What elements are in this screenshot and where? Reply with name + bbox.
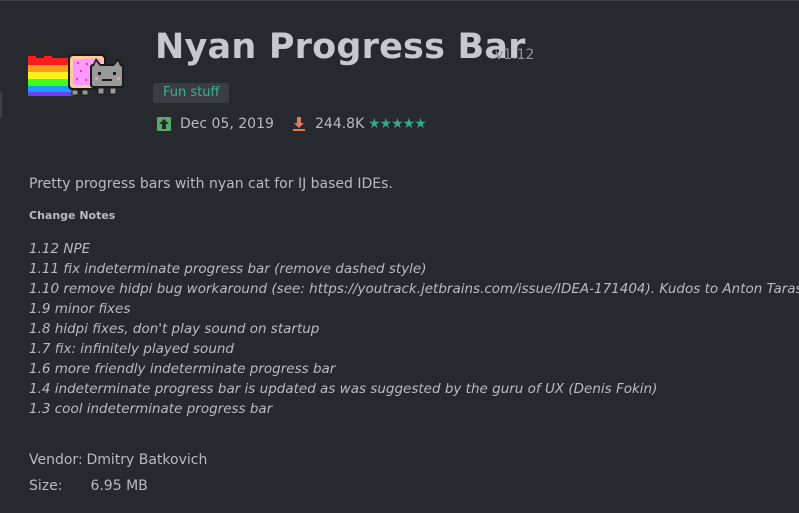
vendor-row: Vendor: Dmitry Batkovich xyxy=(29,452,207,468)
change-notes-list: 1.12 NPE 1.11 fix indeterminate progress… xyxy=(29,239,799,419)
plugin-version: v1.12 xyxy=(495,47,535,63)
plugin-details-panel: Nyan Progress Bar v1.12 Fun stuff Dec 05… xyxy=(0,0,799,513)
change-note-item: 1.10 remove hidpi bug workaround (see: h… xyxy=(29,281,799,297)
size-row: Size: 6.95 MB xyxy=(29,478,148,494)
update-date: Dec 05, 2019 xyxy=(156,114,274,134)
download-count: 244.8K xyxy=(291,114,364,134)
change-note-item: 1.3 cool indeterminate progress bar xyxy=(29,401,273,417)
left-splitter[interactable] xyxy=(0,92,2,118)
plugin-description: Pretty progress bars with nyan cat for I… xyxy=(29,176,393,192)
change-note-item: 1.9 minor fixes xyxy=(29,301,131,317)
download-count-text: 244.8K xyxy=(315,116,365,132)
vendor-label: Vendor: xyxy=(29,452,83,468)
change-note-item: 1.7 fix: infinitely played sound xyxy=(29,341,234,357)
plugin-title: Nyan Progress Bar xyxy=(155,27,526,67)
vendor-value: Dmitry Batkovich xyxy=(86,452,208,468)
rating-stars-icon: ★★★★★ xyxy=(368,116,427,132)
change-note-item: 1.12 NPE xyxy=(29,241,91,257)
change-note-item: 1.6 more friendly indeterminate progress… xyxy=(29,361,336,377)
change-notes-heading: Change Notes xyxy=(29,209,116,222)
update-arrow-icon xyxy=(157,117,171,131)
top-divider xyxy=(0,0,799,1)
download-icon xyxy=(293,117,305,131)
rating: ★★★★★ xyxy=(368,114,427,134)
category-tag[interactable]: Fun stuff xyxy=(153,83,230,103)
change-note-item: 1.4 indeterminate progress bar is update… xyxy=(29,381,658,397)
size-label: Size: xyxy=(29,478,63,494)
change-note-item: 1.11 fix indeterminate progress bar (rem… xyxy=(29,261,427,277)
update-date-text: Dec 05, 2019 xyxy=(180,116,274,132)
size-value: 6.95 MB xyxy=(90,478,148,494)
nyan-cat-logo xyxy=(28,54,124,96)
change-note-item: 1.8 hidpi fixes, don't play sound on sta… xyxy=(29,321,320,337)
